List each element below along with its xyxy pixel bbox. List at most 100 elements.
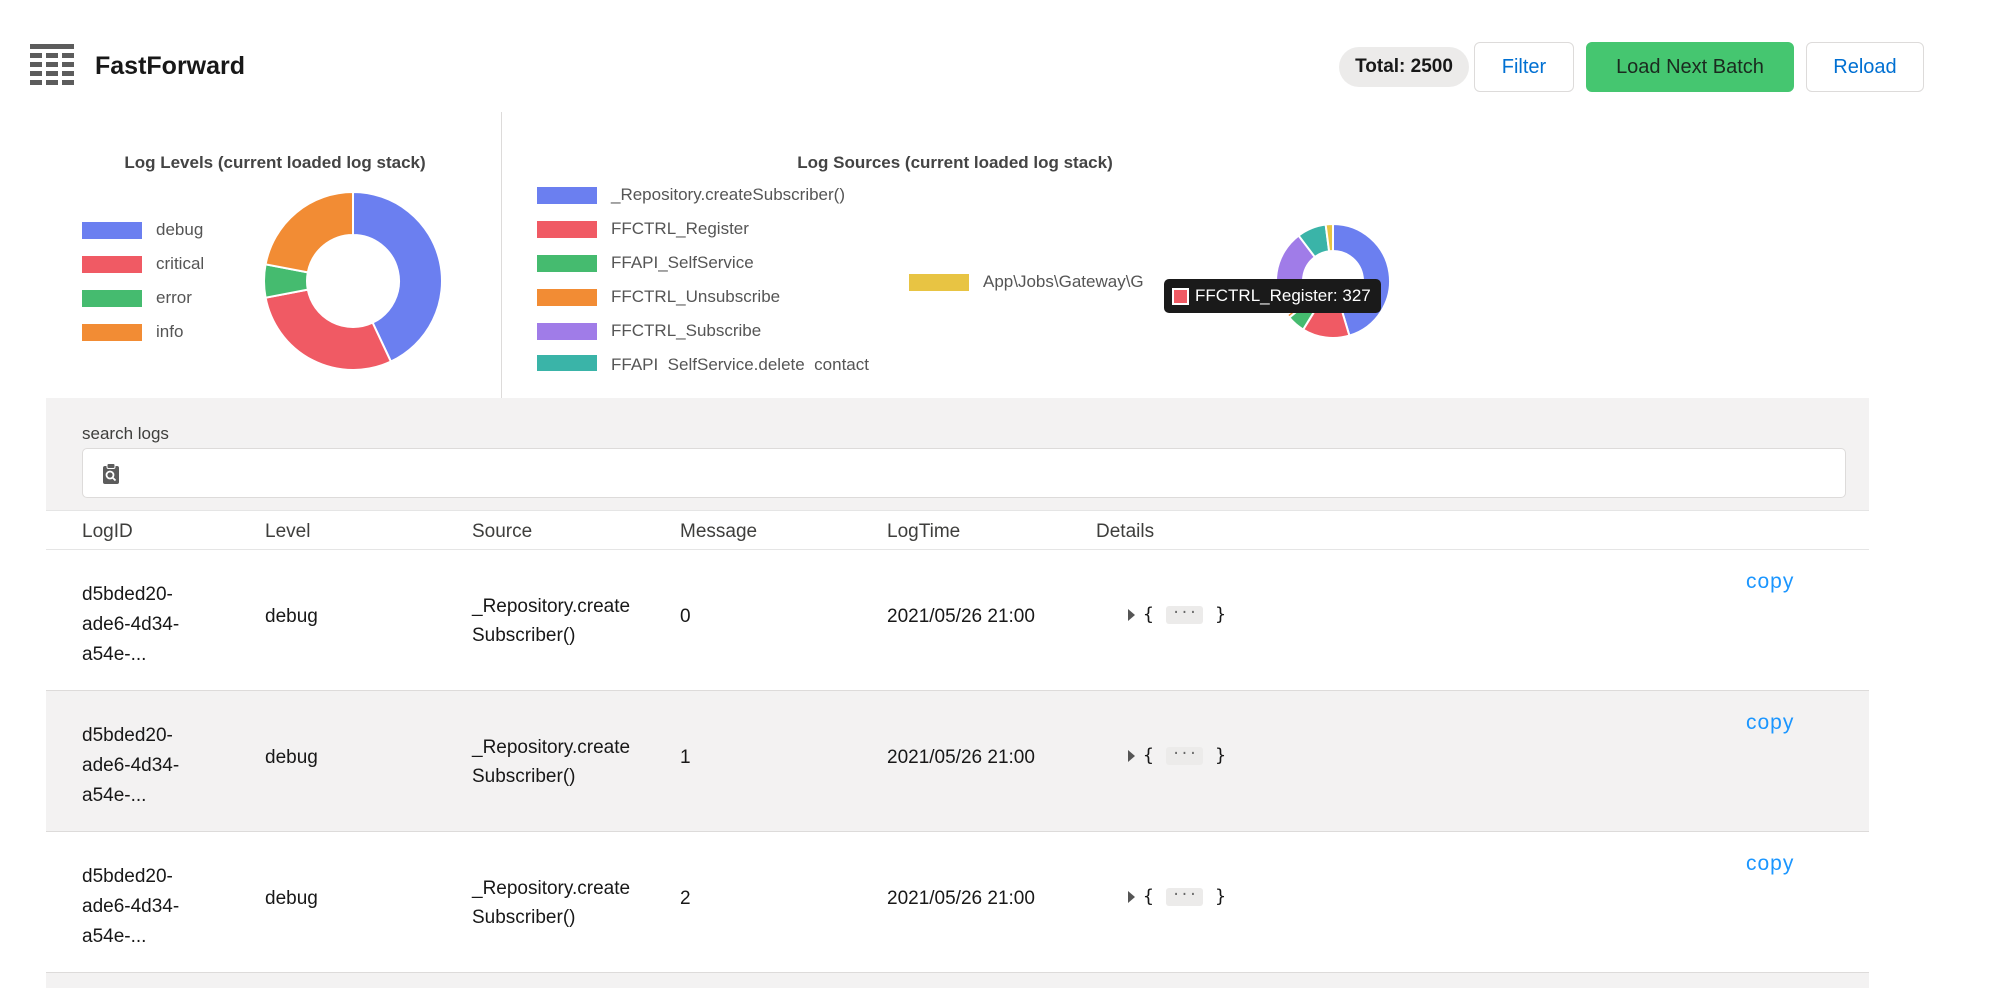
details-ellipsis[interactable]: ··· bbox=[1165, 605, 1204, 624]
level-cell: debug bbox=[265, 747, 318, 768]
levels-slice[interactable] bbox=[264, 190, 354, 274]
search-panel: search logs bbox=[46, 398, 1869, 510]
levels-legend-swatch bbox=[82, 323, 142, 341]
levels-legend-item[interactable]: info bbox=[82, 322, 183, 342]
source-cell: _Repository.create Subscriber() bbox=[472, 874, 652, 932]
sources-legend-swatch bbox=[537, 322, 597, 340]
copy-link[interactable]: copy bbox=[1746, 852, 1794, 876]
levels-legend-swatch bbox=[82, 289, 142, 307]
details-ellipsis[interactable]: ··· bbox=[1165, 887, 1204, 906]
tooltip-swatch bbox=[1172, 287, 1189, 305]
sources-legend-label: FFCTRL_Unsubscribe bbox=[611, 287, 781, 306]
message-cell: 0 bbox=[680, 606, 691, 627]
table-header: LogID Level Source Message LogTime Detai… bbox=[46, 510, 1869, 550]
app-header: FastForward Total: 2500 Filter Load Next… bbox=[0, 0, 2000, 110]
sources-legend-item[interactable]: App\Jobs\Gateway\G bbox=[909, 272, 1144, 292]
sources-legend-item[interactable]: FFCTRL_Register bbox=[537, 219, 749, 239]
copy-link[interactable]: copy bbox=[1746, 570, 1794, 594]
copy-link[interactable]: copy bbox=[1746, 711, 1794, 735]
table-row: d5bded20- ade6-4d34- a54e-... debug _Rep… bbox=[46, 550, 1869, 691]
details-open-brace: { bbox=[1143, 604, 1154, 625]
details-open-brace: { bbox=[1143, 745, 1154, 766]
chart-divider bbox=[501, 112, 502, 398]
log-id-line: ade6-4d34- bbox=[82, 896, 180, 917]
level-cell: debug bbox=[265, 888, 318, 909]
search-box[interactable] bbox=[82, 448, 1846, 498]
log-id-line: d5bded20- bbox=[82, 584, 173, 605]
details-toggle[interactable]: { ··· } bbox=[1128, 604, 1226, 625]
levels-legend-swatch bbox=[82, 221, 142, 239]
column-header-level[interactable]: Level bbox=[265, 521, 310, 543]
sources-legend-item[interactable]: FFCTRL_Unsubscribe bbox=[537, 287, 780, 307]
column-header-logid[interactable]: LogID bbox=[82, 521, 133, 543]
logs-table: LogID Level Source Message LogTime Detai… bbox=[46, 510, 1869, 988]
message-cell: 2 bbox=[680, 888, 691, 909]
sources-legend-item[interactable]: _Repository.createSubscriber() bbox=[537, 185, 845, 205]
levels-legend-label: debug bbox=[156, 220, 204, 239]
chart-tooltip: FFCTRL_Register: 327 bbox=[1164, 279, 1381, 313]
search-label: search logs bbox=[82, 424, 169, 443]
sources-legend-item[interactable]: FFAPI_SelfService.delete_contact bbox=[537, 355, 869, 371]
table-row: d5bded20- ade6-4d34- a54e-... debug _Rep… bbox=[46, 832, 1869, 973]
levels-donut-chart bbox=[263, 190, 443, 371]
sources-legend-item[interactable]: FFCTRL_Subscribe bbox=[537, 321, 761, 341]
levels-legend-label: info bbox=[156, 322, 184, 341]
log-id-cell: d5bded20- ade6-4d34- a54e-... bbox=[82, 862, 222, 952]
column-header-logtime[interactable]: LogTime bbox=[887, 521, 960, 543]
log-id-line: d5bded20- bbox=[82, 866, 173, 887]
log-id-line: d5bded20- bbox=[82, 725, 173, 746]
sources-legend-label: _Repository.createSubscriber() bbox=[611, 185, 845, 204]
caret-right-icon[interactable] bbox=[1128, 749, 1135, 762]
levels-legend-item[interactable]: critical bbox=[82, 254, 204, 274]
details-toggle[interactable]: { ··· } bbox=[1128, 745, 1226, 766]
sources-legend-label: FFCTRL_Register bbox=[611, 219, 749, 238]
column-header-source[interactable]: Source bbox=[472, 521, 532, 543]
total-count-badge: Total: 2500 bbox=[1339, 47, 1469, 87]
levels-legend-item[interactable]: debug bbox=[82, 220, 203, 240]
table-row: d5bded20- ade6-4d34- a54e-... debug _Rep… bbox=[46, 691, 1869, 832]
caret-right-icon[interactable] bbox=[1128, 890, 1135, 903]
reload-button[interactable]: Reload bbox=[1806, 42, 1924, 92]
levels-legend-item[interactable]: error bbox=[82, 288, 192, 308]
log-id-line: a54e-... bbox=[82, 644, 147, 665]
sources-legend-swatch bbox=[537, 220, 597, 238]
levels-slice[interactable] bbox=[264, 288, 393, 371]
level-cell: debug bbox=[265, 606, 318, 627]
source-line: _Repository.create bbox=[472, 737, 631, 758]
sources-legend-label: FFAPI_SelfService bbox=[611, 253, 754, 272]
details-close-brace: } bbox=[1215, 745, 1226, 766]
details-open-brace: { bbox=[1143, 886, 1154, 907]
sources-legend-swatch bbox=[537, 355, 597, 371]
log-id-line: ade6-4d34- bbox=[82, 614, 180, 635]
log-id-cell: d5bded20- ade6-4d34- a54e-... bbox=[82, 580, 222, 670]
clipboard-search-icon bbox=[103, 463, 119, 484]
logtime-cell: 2021/05/26 21:00 bbox=[887, 888, 1035, 909]
levels-legend-swatch bbox=[82, 255, 142, 273]
tooltip-text: FFCTRL_Register: 327 bbox=[1195, 286, 1371, 305]
details-close-brace: } bbox=[1215, 886, 1226, 907]
log-id-line: a54e-... bbox=[82, 926, 147, 947]
source-line: _Repository.create bbox=[472, 878, 631, 899]
caret-right-icon[interactable] bbox=[1128, 608, 1135, 621]
app-title: FastForward bbox=[95, 52, 246, 80]
logtime-cell: 2021/05/26 21:00 bbox=[887, 747, 1035, 768]
column-header-message[interactable]: Message bbox=[680, 521, 757, 543]
source-line: _Repository.create bbox=[472, 596, 631, 617]
levels-legend-label: error bbox=[156, 288, 192, 307]
sources-legend-label: FFAPI_SelfService.delete_contact bbox=[611, 355, 869, 371]
sources-legend-item[interactable]: FFAPI_SelfService bbox=[537, 253, 754, 273]
sources-legend-label: FFCTRL_Subscribe bbox=[611, 321, 762, 340]
table-row-partial bbox=[46, 973, 1869, 988]
log-id-line: a54e-... bbox=[82, 785, 147, 806]
sources-legend-swatch bbox=[537, 254, 597, 272]
sources-legend-label: App\Jobs\Gateway\G bbox=[983, 272, 1144, 291]
load-next-batch-button[interactable]: Load Next Batch bbox=[1586, 42, 1794, 92]
source-line: Subscriber() bbox=[472, 625, 576, 646]
table-grid-icon bbox=[30, 44, 74, 85]
filter-button[interactable]: Filter bbox=[1474, 42, 1574, 92]
details-toggle[interactable]: { ··· } bbox=[1128, 886, 1226, 907]
search-input[interactable] bbox=[135, 457, 1825, 489]
sources-chart-title: Log Sources (current loaded log stack) bbox=[797, 153, 1113, 172]
column-header-details[interactable]: Details bbox=[1096, 521, 1154, 543]
details-ellipsis[interactable]: ··· bbox=[1165, 746, 1204, 765]
